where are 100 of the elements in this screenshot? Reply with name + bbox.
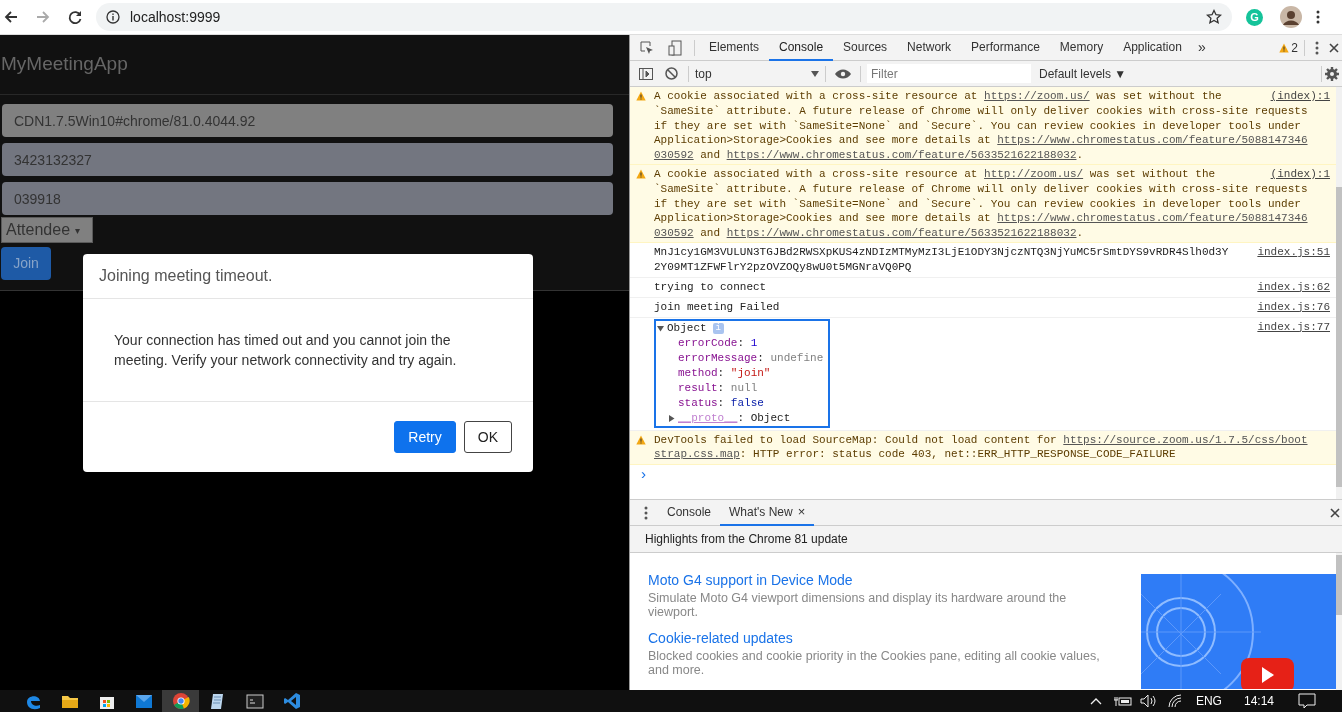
feature-description: Blocked cookies and cookie priority in the Cookies pane, editing all cookie values, and more. bbox=[648, 649, 1101, 677]
console-message-line: MnJ1cy1GM3VULUN3TGJBd2RWSXpKUS4zNDIzMTMyMzI3LjE1ODY3NjczNTQ3NjYuMC5rSmtDYS9vRDR4Slh0d3Y bbox=[654, 245, 1229, 260]
object-label: Object bbox=[667, 320, 707, 336]
object-property: __proto__: Object bbox=[678, 410, 791, 426]
mail-icon bbox=[134, 693, 153, 709]
message-link[interactable]: https://www.chromestatus.com/feature/5633521622188032 bbox=[726, 226, 1077, 239]
chrome-icon bbox=[171, 692, 190, 710]
menu-icon[interactable] bbox=[1316, 10, 1320, 24]
console-message-line: Application>Storage>Cookies and see more details at https://www.chromestatus.com/feature/5088147346 bbox=[654, 211, 1308, 226]
message-link[interactable]: https://zoom.us/ bbox=[984, 90, 1090, 102]
warning-icon bbox=[636, 91, 646, 101]
console-prompt[interactable]: › bbox=[638, 466, 649, 485]
battery-icon[interactable] bbox=[1113, 695, 1132, 707]
console-message-line: Application>Storage>Cookies and see more details at https://www.chromestatus.com/feature/5088147346 bbox=[654, 133, 1308, 148]
notification-icon[interactable] bbox=[1298, 693, 1316, 709]
language-indicator[interactable]: ENG bbox=[1195, 692, 1222, 710]
taskbar-button[interactable] bbox=[162, 690, 199, 712]
eye-icon[interactable] bbox=[835, 68, 851, 79]
message-link[interactable]: strap.css.map bbox=[654, 448, 740, 460]
context-select[interactable]: top bbox=[689, 64, 825, 83]
object-property: status: false bbox=[677, 395, 765, 411]
message-link[interactable]: https://www.chromestatus.com/feature/5633521622188032 bbox=[726, 148, 1077, 161]
devtools-tab[interactable]: Network bbox=[897, 34, 962, 61]
warning-counter[interactable]: 2 bbox=[1273, 38, 1304, 57]
source-link[interactable]: index.js:76 bbox=[1257, 299, 1330, 315]
speaker-icon[interactable] bbox=[1139, 694, 1156, 708]
clock[interactable]: 14:14 bbox=[1243, 692, 1274, 710]
more-options-icon[interactable] bbox=[644, 505, 648, 520]
console-message-line: 2Y09MT1ZFWFlrY2pzOVZOQy8wU0t5MGNraVQ0PQ bbox=[654, 260, 912, 275]
console-message-line: A cookie associated with a cross-site resource at https://zoom.us/ was set without the bbox=[654, 89, 1222, 104]
object-property: errorCode: 1 bbox=[677, 335, 759, 351]
devtools-tab[interactable]: Performance bbox=[961, 34, 1050, 61]
console-message-line: A cookie associated with a cross-site resource at http://zoom.us/ was set without the bbox=[654, 167, 1216, 182]
more-tabs-button[interactable]: » bbox=[1191, 37, 1212, 58]
reload-icon[interactable] bbox=[67, 9, 83, 25]
console-message-line: strap.css.map: HTTP error: status code 403, net::ERR_HTTP_RESPONSE_CODE_FAILURE bbox=[654, 447, 1176, 462]
inspect-icon[interactable] bbox=[640, 40, 654, 55]
object-property: result: null bbox=[677, 380, 759, 396]
console-message-line: join meeting Failed bbox=[654, 299, 780, 315]
warning-icon bbox=[1279, 42, 1290, 53]
dialog-button[interactable]: OK bbox=[463, 421, 512, 453]
notepad-icon bbox=[209, 692, 226, 710]
close-tab-button[interactable]: × bbox=[797, 505, 806, 518]
source-link[interactable]: index.js:62 bbox=[1257, 279, 1330, 295]
feature-link[interactable]: Moto G4 support in Device Mode bbox=[648, 571, 1101, 589]
code-editor-icon bbox=[282, 692, 301, 710]
devtools-tab[interactable]: Elements bbox=[699, 34, 770, 61]
folder-icon bbox=[60, 693, 79, 709]
console-message-line: `SameSite` attribute. A future release of Chrome will only deliver cookies with cross-site requests bbox=[654, 104, 1308, 119]
console-message-line: DevTools failed to load SourceMap: Could not load content for https://source.zoom.us/1.7.5/css/boot bbox=[654, 432, 1308, 447]
clear-icon[interactable] bbox=[665, 67, 678, 80]
console-message-line: 030592 and https://www.chromestatus.com/feature/5633521622188032. bbox=[654, 147, 1084, 162]
message-link[interactable]: 030592 bbox=[654, 226, 694, 239]
filter-field[interactable]: Filter bbox=[867, 64, 1031, 83]
avatar-icon[interactable] bbox=[1280, 6, 1302, 28]
object-property: errorMessage: undefine bbox=[677, 350, 825, 366]
source-link[interactable]: index.js:51 bbox=[1257, 245, 1330, 260]
close-icon[interactable] bbox=[1330, 507, 1340, 518]
console-message-line: if they are set with `SameSite=None` and `Secure`. You can review cookies in developer tools under bbox=[654, 196, 1301, 211]
devtools-tab[interactable]: Sources bbox=[833, 34, 898, 61]
message-link[interactable]: 030592 bbox=[654, 148, 694, 161]
brand-title: MyMeetingApp bbox=[1, 52, 128, 77]
dropdown-caret-icon bbox=[811, 70, 819, 77]
console-message-line: trying to connect bbox=[654, 279, 767, 295]
wifi-icon[interactable] bbox=[1167, 694, 1184, 708]
more-options-icon[interactable] bbox=[1315, 40, 1319, 55]
console-message-line: `SameSite` attribute. A future release of Chrome will only deliver cookies with cross-site requests bbox=[654, 182, 1308, 197]
expand-arrow-icon[interactable] bbox=[657, 324, 664, 332]
source-link[interactable]: (index):1 bbox=[1270, 167, 1330, 182]
info-badge: i bbox=[712, 322, 724, 334]
feature-description: Simulate Moto G4 viewport dimensions and display its hardware around the viewport. bbox=[648, 591, 1068, 619]
scrollbar[interactable] bbox=[1336, 87, 1342, 499]
drawer-heading: Highlights from the Chrome 81 update bbox=[645, 531, 848, 548]
console-message-line: 030592 and https://www.chromestatus.com/feature/5633521622188032. bbox=[654, 225, 1084, 240]
warning-icon bbox=[636, 169, 646, 179]
star-icon[interactable] bbox=[1206, 9, 1222, 25]
message-link[interactable]: https://source.zoom.us/1.7.5/css/boot bbox=[1063, 433, 1308, 446]
close-icon[interactable] bbox=[1329, 42, 1339, 53]
devtools-tab[interactable]: Memory bbox=[1049, 34, 1114, 61]
dialog-title: Joining meeting timeout. bbox=[99, 266, 273, 286]
settings-icon[interactable] bbox=[1325, 66, 1339, 81]
expand-arrow-icon[interactable] bbox=[668, 414, 675, 422]
device-toolbar-icon[interactable] bbox=[668, 39, 682, 56]
address-bar[interactable]: localhost:9999 bbox=[96, 3, 1232, 31]
drawer-tab[interactable]: Console bbox=[658, 499, 721, 526]
message-link[interactable]: http://zoom.us/ bbox=[984, 168, 1084, 180]
message-link[interactable]: https://www.chromestatus.com/feature/5088147346 bbox=[997, 212, 1308, 224]
dialog-button[interactable]: Retry bbox=[394, 421, 456, 453]
dialog-message: Your connection has timed out and you cannot join the meeting. Verify your network connectivity and try again. bbox=[114, 331, 458, 370]
sidebar-icon[interactable] bbox=[639, 67, 653, 80]
chevron-up-icon[interactable] bbox=[1089, 697, 1102, 705]
message-link[interactable]: https://www.chromestatus.com/feature/5088147346 bbox=[997, 134, 1308, 146]
feature-link[interactable]: Cookie-related updates bbox=[648, 629, 1101, 647]
object-property: method: "join" bbox=[677, 365, 772, 381]
log-levels-dropdown[interactable]: Default levels ▼ bbox=[1039, 64, 1127, 83]
devtools-tab[interactable]: Application bbox=[1113, 34, 1192, 61]
source-link[interactable]: (index):1 bbox=[1270, 89, 1330, 104]
back-icon[interactable] bbox=[3, 9, 19, 25]
terminal-icon bbox=[245, 693, 264, 709]
source-link[interactable]: index.js:77 bbox=[1257, 319, 1330, 428]
